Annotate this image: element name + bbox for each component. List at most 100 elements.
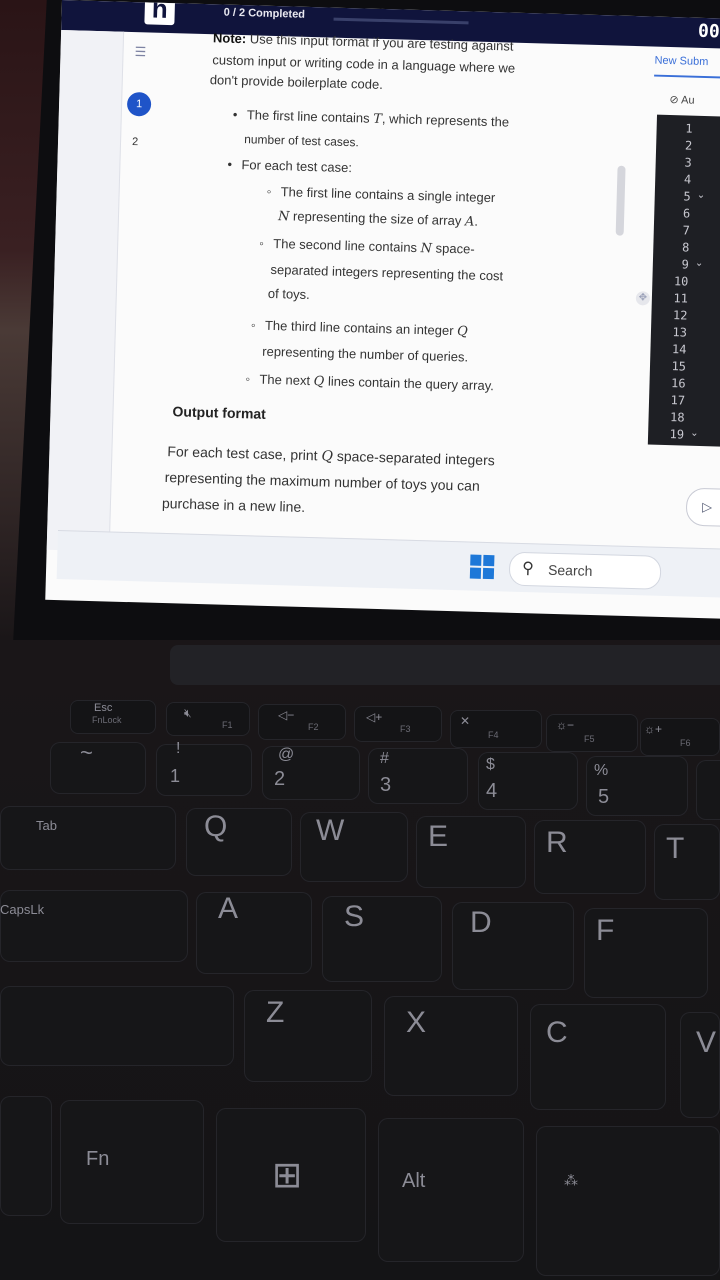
volume-up-icon: ◁+ bbox=[366, 710, 383, 724]
pane-resize-handle[interactable]: ✥ bbox=[635, 291, 651, 306]
key-v[interactable]: V bbox=[680, 1012, 720, 1118]
sub-bullet-text-end: space- bbox=[435, 240, 475, 257]
windows-key-icon: ⊞ bbox=[272, 1154, 303, 1195]
period: . bbox=[474, 213, 479, 229]
fold-chevron-icon[interactable]: ⌄ bbox=[690, 428, 699, 439]
key-t[interactable]: T bbox=[654, 824, 720, 900]
key-label: 5 bbox=[598, 786, 610, 808]
key-alt[interactable]: Alt bbox=[378, 1118, 524, 1262]
key-tab[interactable]: Tab bbox=[0, 806, 176, 870]
app-logo[interactable]: h bbox=[144, 0, 176, 26]
line-number: 5 bbox=[683, 189, 691, 204]
key-d[interactable]: D bbox=[452, 902, 574, 990]
key-sublabel: F6 bbox=[680, 738, 691, 748]
bullet-each-test-case: For each test case: bbox=[241, 153, 352, 180]
bullet-text: The first line contains bbox=[246, 107, 370, 126]
mic-mute-icon: ✕ bbox=[460, 714, 471, 728]
key-tilde[interactable]: ~ bbox=[50, 740, 146, 794]
key-e[interactable]: E bbox=[416, 816, 526, 888]
key-r[interactable]: R bbox=[534, 820, 646, 894]
key-sublabel: F5 bbox=[584, 734, 595, 744]
key-a[interactable]: A bbox=[196, 892, 312, 974]
key-label: 3 bbox=[380, 774, 392, 796]
key-f[interactable]: F bbox=[584, 908, 708, 998]
line-number: 14 bbox=[671, 342, 687, 357]
bullet-test-count-line-2: number of test cases. bbox=[243, 132, 360, 150]
key-z[interactable]: Z bbox=[244, 990, 372, 1082]
key-label: W bbox=[316, 814, 345, 847]
key-s[interactable]: S bbox=[322, 896, 442, 982]
key-label: T bbox=[666, 832, 685, 865]
key-f3[interactable]: ◁+ F3 bbox=[354, 706, 442, 742]
brightness-up-icon: ☼+ bbox=[644, 722, 663, 736]
content-scrollbar[interactable] bbox=[615, 165, 626, 236]
auto-option-label: Au bbox=[680, 94, 695, 107]
bullet-text-end: , which represents the bbox=[381, 110, 510, 130]
fold-chevron-icon[interactable]: ⌄ bbox=[695, 258, 704, 269]
key-label-top: @ bbox=[278, 746, 295, 763]
key-2[interactable]: @ 2 bbox=[262, 746, 360, 800]
key-q[interactable]: Q bbox=[186, 808, 292, 876]
key-ctrl-left[interactable] bbox=[0, 1096, 52, 1216]
key-label: D bbox=[470, 906, 492, 939]
key-label-top: $ bbox=[486, 756, 495, 773]
sub-bullet-text: representing the size of array bbox=[292, 208, 462, 229]
key-esc[interactable]: Esc FnLock bbox=[70, 700, 156, 734]
key-6-partial[interactable] bbox=[696, 760, 720, 820]
sub-bullet-text: The second line contains bbox=[273, 235, 418, 256]
sub-bullet-text: The third line contains an integer bbox=[264, 317, 454, 339]
key-label: Z bbox=[266, 996, 285, 1029]
windows-start-icon[interactable] bbox=[469, 554, 495, 580]
line-number: 7 bbox=[682, 223, 691, 238]
question-2-button[interactable]: 2 bbox=[132, 136, 138, 148]
key-w[interactable]: W bbox=[300, 812, 408, 882]
sub-bullet-text-end: lines contain the query array. bbox=[327, 373, 495, 394]
key-label: Q bbox=[204, 810, 228, 843]
taskbar-search[interactable]: ⚲ Search bbox=[508, 551, 662, 590]
key-x[interactable]: X bbox=[384, 996, 518, 1096]
key-sublabel: F1 bbox=[222, 720, 233, 730]
line-number: 8 bbox=[681, 240, 690, 255]
volume-down-icon: ◁− bbox=[278, 708, 295, 722]
fold-chevron-icon[interactable]: ⌄ bbox=[697, 190, 706, 201]
key-1[interactable]: ! 1 bbox=[156, 740, 252, 796]
run-code-button[interactable]: ▷ bbox=[685, 487, 720, 527]
question-1-button[interactable]: 1 bbox=[126, 91, 152, 117]
key-label: CapsLk bbox=[0, 902, 45, 917]
search-label: Search bbox=[547, 561, 593, 579]
output-format-heading: Output format bbox=[172, 403, 267, 422]
output-text-end: space-separated integers bbox=[336, 447, 495, 469]
key-5[interactable]: % 5 bbox=[586, 756, 688, 816]
key-windows[interactable]: ⊞ bbox=[216, 1108, 366, 1242]
key-shift-left[interactable] bbox=[0, 986, 234, 1066]
key-c[interactable]: C bbox=[530, 1004, 666, 1110]
key-label: R bbox=[546, 826, 568, 859]
line-number: 2 bbox=[684, 138, 693, 153]
key-3[interactable]: # 3 bbox=[368, 748, 468, 804]
key-4[interactable]: $ 4 bbox=[478, 752, 578, 810]
line-number: 4 bbox=[683, 172, 692, 187]
timer: 00 : bbox=[697, 20, 720, 43]
key-capslock[interactable]: CapsLk bbox=[0, 890, 188, 962]
line-number: 12 bbox=[672, 308, 688, 323]
key-f5[interactable]: ☼− F5 bbox=[546, 714, 638, 752]
key-f4[interactable]: ✕ F4 bbox=[450, 710, 542, 748]
key-f2[interactable]: ◁− F2 bbox=[258, 704, 346, 740]
output-line-3: purchase in a new line. bbox=[161, 494, 306, 515]
tab-new-submission[interactable]: New Subm bbox=[654, 55, 708, 68]
key-fn[interactable]: Fn bbox=[60, 1100, 204, 1224]
key-space[interactable]: ⁂ bbox=[536, 1126, 720, 1276]
key-label: V bbox=[696, 1026, 717, 1059]
auto-option[interactable]: ⊘ Au bbox=[669, 93, 694, 107]
key-f6[interactable]: ☼+ F6 bbox=[640, 718, 720, 756]
progress-text: 0 / 2 Completed bbox=[223, 6, 306, 21]
key-f1[interactable]: 🔇︎ F1 bbox=[166, 702, 250, 736]
list-icon[interactable]: ☰ bbox=[134, 44, 146, 60]
variable-q: Q bbox=[321, 448, 334, 465]
code-editor[interactable]: 1 2 3 4 5 6 7 8 9 10 11 12 13 14 15 16 17 18 19 ⌄ ⌄ ⌄ bbox=[647, 114, 720, 447]
sub-bullet-text: The next bbox=[259, 371, 311, 389]
variable-n: N bbox=[420, 241, 433, 257]
key-label: F bbox=[596, 914, 615, 947]
line-number: 18 bbox=[669, 410, 685, 425]
key-label: 2 bbox=[274, 768, 286, 790]
